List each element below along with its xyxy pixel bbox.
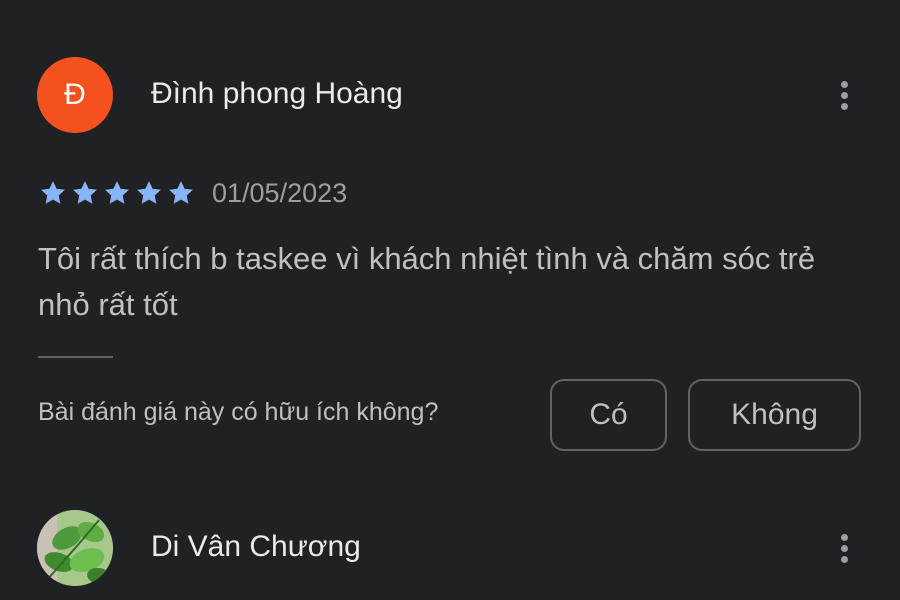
author-avatar: Đ xyxy=(37,57,113,133)
rating-row: 01/05/2023 xyxy=(38,176,347,210)
review-card: Đ Đình phong Hoàng 01/05/2023 Tôi rất th… xyxy=(0,0,900,480)
more-vert-icon[interactable] xyxy=(832,528,856,568)
star-rating xyxy=(38,178,196,208)
helpful-question: Bài đánh giá này có hữu ích không? xyxy=(38,398,439,426)
helpful-yes-button[interactable]: Có xyxy=(550,379,667,451)
star-icon xyxy=(41,181,65,204)
divider xyxy=(38,356,113,358)
review-card: Di Vân Chương xyxy=(0,480,900,600)
star-icon xyxy=(169,181,193,204)
author-name: Di Vân Chương xyxy=(151,530,361,563)
helpful-no-button[interactable]: Không xyxy=(688,379,861,451)
star-icon xyxy=(73,181,97,204)
star-icon xyxy=(105,181,129,204)
review-date: 01/05/2023 xyxy=(212,177,348,208)
leaves-photo-icon xyxy=(37,510,113,586)
review-text: Tôi rất thích b taskee vì khách nhiệt tì… xyxy=(38,241,816,322)
author-initial: Đ xyxy=(64,78,86,111)
star-icon xyxy=(137,181,161,204)
more-vert-icon[interactable] xyxy=(832,75,856,115)
author-avatar-photo xyxy=(37,510,113,586)
author-name: Đình phong Hoàng xyxy=(151,77,403,110)
